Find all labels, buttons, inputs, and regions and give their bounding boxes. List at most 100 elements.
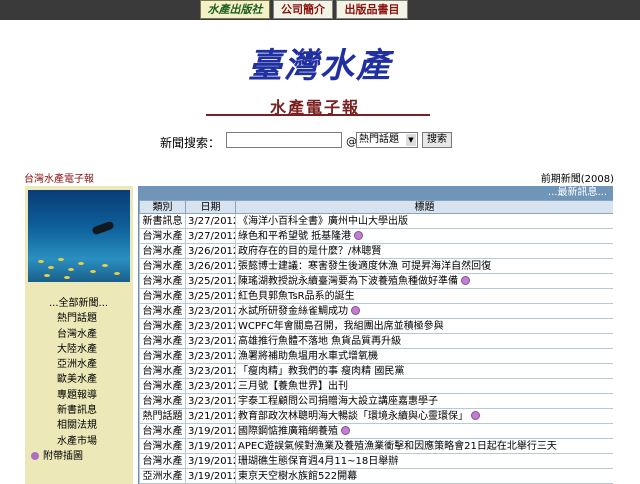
- sidebar-item-with-images[interactable]: 附帶插圖: [25, 449, 133, 464]
- table-row[interactable]: 台灣水產 3/19/2012 國際鋼惦推廣箱網養殖: [139, 423, 613, 439]
- news-title-cell[interactable]: 三月號【養魚世界】出刊: [235, 378, 613, 394]
- news-title-cell[interactable]: APEC遊誤氣候對漁業及養殖漁業衝擊和因應策略會21日起在北舉行三天: [235, 438, 613, 454]
- table-row[interactable]: 台灣水產 3/19/2012 珊瑚礁生態保育週4月11~18日舉辦: [139, 453, 613, 469]
- sidebar-item-new-books[interactable]: 新書訊息: [25, 403, 133, 418]
- news-title-cell[interactable]: 紅色貝郭魚TsR品系的誕生: [235, 288, 613, 304]
- table-row[interactable]: 台灣水產 3/23/2012 高雄推行魚體不落地 魚貨品質再升級: [139, 333, 613, 349]
- news-title-cell[interactable]: 「瘦肉精」教我們的事 瘦肉精 國民黨: [235, 363, 613, 379]
- news-title-link[interactable]: 政府存在的目的是什麼？/林聰賢: [238, 246, 381, 257]
- news-title-link[interactable]: 漁署將補助魚塭用水車式增氧機: [238, 351, 378, 362]
- table-row[interactable]: 台灣水產 3/23/2012 「瘦肉精」教我們的事 瘦肉精 國民黨: [139, 363, 613, 379]
- image-attached-icon: [471, 411, 480, 420]
- table-row[interactable]: 台灣水產 3/23/2012 WCPFC年會關島召開，我組團出席並積極參與: [139, 318, 613, 334]
- news-title-cell[interactable]: 張懿博士建議：寒害發生後適度休漁 可提昇海洋自然回復: [235, 258, 613, 274]
- search-category-value: 熱門話題: [359, 134, 399, 145]
- news-title-cell[interactable]: 國際鋼惦推廣箱網養殖: [235, 423, 613, 439]
- news-title-cell[interactable]: 《海洋小百科全書》廣州中山大學出版: [235, 213, 613, 229]
- news-title-link[interactable]: 紅色貝郭魚TsR品系的誕生: [238, 291, 355, 302]
- news-category[interactable]: 台灣水產: [139, 333, 186, 349]
- news-title-link[interactable]: 水試所研發金絲雀鯛成功: [238, 306, 348, 317]
- news-category[interactable]: 熱門話題: [139, 408, 186, 424]
- table-row[interactable]: 台灣水產 3/25/2012 陳瑤湖教授說永續臺灣要為下波養殖魚種做好準備: [139, 273, 613, 289]
- table-row[interactable]: 台灣水產 3/23/2012 水試所研發金絲雀鯛成功: [139, 303, 613, 319]
- news-title-cell[interactable]: 珊瑚礁生態保育週4月11~18日舉辦: [235, 453, 613, 469]
- news-category[interactable]: 台灣水產: [139, 258, 186, 274]
- news-title-link[interactable]: 陳瑤湖教授說永續臺灣要為下波養殖魚種做好準備: [238, 276, 458, 287]
- news-title-link[interactable]: 三月號【養魚世界】出刊: [238, 381, 348, 392]
- table-row[interactable]: 台灣水產 3/26/2012 政府存在的目的是什麼？/林聰賢: [139, 243, 613, 259]
- sidebar-item-asia[interactable]: 亞洲水產: [25, 357, 133, 372]
- fish-icon: [38, 260, 44, 263]
- news-category[interactable]: 台灣水產: [139, 453, 186, 469]
- news-category[interactable]: 新書訊息: [139, 213, 186, 229]
- news-category[interactable]: 台灣水產: [139, 363, 186, 379]
- news-category[interactable]: 台灣水產: [139, 228, 186, 244]
- news-title-cell[interactable]: 東京天空樹水族館522開幕: [235, 468, 613, 484]
- news-title-link[interactable]: 東京天空樹水族館522開幕: [238, 471, 357, 482]
- news-title-cell[interactable]: 高雄推行魚體不落地 魚貨品質再升級: [235, 333, 613, 349]
- news-title-link[interactable]: 綠色和平希望號 抵基隆港: [238, 231, 351, 242]
- chevron-down-icon[interactable]: ▼: [406, 134, 416, 146]
- news-category[interactable]: 台灣水產: [139, 303, 186, 319]
- news-title-cell[interactable]: 水試所研發金絲雀鯛成功: [235, 303, 613, 319]
- sidebar-item-features[interactable]: 專題報導: [25, 388, 133, 403]
- news-category[interactable]: 台灣水產: [139, 288, 186, 304]
- news-category[interactable]: 台灣水產: [139, 423, 186, 439]
- publisher-logo[interactable]: 水產出版社: [200, 0, 270, 19]
- news-category[interactable]: 台灣水產: [139, 438, 186, 454]
- col-header-date[interactable]: 日期: [185, 200, 236, 214]
- menu-publication-catalog[interactable]: 出版品書目: [336, 0, 408, 19]
- news-title-link[interactable]: 珊瑚礁生態保育週4月11~18日舉辦: [238, 456, 398, 467]
- table-row[interactable]: 台灣水產 3/23/2012 漁署將補助魚塭用水車式增氧機: [139, 348, 613, 364]
- search-category-select[interactable]: 熱門話題 ▼: [356, 132, 418, 148]
- sidebar-item-mainland[interactable]: 大陸水產: [25, 342, 133, 357]
- news-title-link[interactable]: WCPFC年會關島召開，我組團出席並積極參與: [238, 321, 444, 332]
- table-row[interactable]: 新書訊息 3/27/2012 《海洋小百科全書》廣州中山大學出版: [139, 213, 613, 229]
- table-row[interactable]: 亞洲水產 3/19/2012 東京天空樹水族館522開幕: [139, 468, 613, 484]
- news-category[interactable]: 台灣水產: [139, 273, 186, 289]
- sidebar-item-all-news[interactable]: ...全部新聞...: [25, 296, 133, 311]
- news-category[interactable]: 亞洲水產: [139, 468, 186, 484]
- news-title-link[interactable]: 高雄推行魚體不落地 魚貨品質再升級: [238, 336, 401, 347]
- news-category[interactable]: 台灣水產: [139, 318, 186, 334]
- table-row[interactable]: 台灣水產 3/23/2012 宇泰工程顧問公司捐贈海大設立講座嘉惠學子: [139, 393, 613, 409]
- news-category[interactable]: 台灣水產: [139, 243, 186, 259]
- news-title-link[interactable]: 國際鋼惦推廣箱網養殖: [238, 426, 338, 437]
- news-title-cell[interactable]: 宇泰工程顧問公司捐贈海大設立講座嘉惠學子: [235, 393, 613, 409]
- search-input[interactable]: [226, 132, 342, 148]
- col-header-category[interactable]: 類別: [139, 200, 186, 214]
- menu-company-intro[interactable]: 公司簡介: [273, 0, 333, 19]
- table-row[interactable]: 台灣水產 3/23/2012 三月號【養魚世界】出刊: [139, 378, 613, 394]
- news-title-cell[interactable]: 政府存在的目的是什麼？/林聰賢: [235, 243, 613, 259]
- table-row[interactable]: 熱門話題 3/21/2012 教育部政次林聰明海大暢談「環境永續與心靈環保」: [139, 408, 613, 424]
- news-title-link[interactable]: 宇泰工程顧問公司捐贈海大設立講座嘉惠學子: [238, 396, 438, 407]
- table-row[interactable]: 台灣水產 3/19/2012 APEC遊誤氣候對漁業及養殖漁業衝擊和因應策略會21日…: [139, 438, 613, 454]
- search-button[interactable]: 搜索: [422, 132, 452, 148]
- sidebar-item-market[interactable]: 水產市場: [25, 434, 133, 449]
- table-row[interactable]: 台灣水產 3/27/2012 綠色和平希望號 抵基隆港: [139, 228, 613, 244]
- news-category[interactable]: 台灣水產: [139, 348, 186, 364]
- fish-icon: [44, 274, 50, 277]
- news-title-link[interactable]: APEC遊誤氣候對漁業及養殖漁業衝擊和因應策略會21日起在北舉行三天: [238, 441, 557, 452]
- news-title-link[interactable]: 《海洋小百科全書》廣州中山大學出版: [238, 216, 408, 227]
- sidebar-item-regulations[interactable]: 相關法規: [25, 418, 133, 433]
- news-title-link[interactable]: 張懿博士建議：寒害發生後適度休漁 可提昇海洋自然回復: [238, 261, 491, 272]
- archive-news-link[interactable]: 前期新聞(2008): [541, 170, 614, 185]
- table-row[interactable]: 台灣水產 3/25/2012 紅色貝郭魚TsR品系的誕生: [139, 288, 613, 304]
- news-date: 3/23/2012: [185, 393, 236, 409]
- sidebar-item-hot-topics[interactable]: 熱門話題: [25, 311, 133, 326]
- news-title-link[interactable]: 「瘦肉精」教我們的事 瘦肉精 國民黨: [238, 366, 404, 377]
- news-category[interactable]: 台灣水產: [139, 393, 186, 409]
- news-category[interactable]: 台灣水產: [139, 378, 186, 394]
- news-title-cell[interactable]: 漁署將補助魚塭用水車式增氧機: [235, 348, 613, 364]
- news-title-cell[interactable]: 陳瑤湖教授說永續臺灣要為下波養殖魚種做好準備: [235, 273, 613, 289]
- breadcrumb[interactable]: 台灣水產電子報: [24, 170, 94, 185]
- sidebar-item-euro-america[interactable]: 歐美水產: [25, 372, 133, 387]
- table-row[interactable]: 台灣水產 3/26/2012 張懿博士建議：寒害發生後適度休漁 可提昇海洋自然回復: [139, 258, 613, 274]
- news-title-cell[interactable]: 綠色和平希望號 抵基隆港: [235, 228, 613, 244]
- news-title-link[interactable]: 教育部政次林聰明海大暢談「環境永續與心靈環保」: [238, 411, 468, 422]
- col-header-title[interactable]: 標題: [235, 200, 613, 214]
- news-title-cell[interactable]: 教育部政次林聰明海大暢談「環境永續與心靈環保」: [235, 408, 613, 424]
- sidebar-item-taiwan[interactable]: 台灣水產: [25, 327, 133, 342]
- news-title-cell[interactable]: WCPFC年會關島召開，我組團出席並積極參與: [235, 318, 613, 334]
